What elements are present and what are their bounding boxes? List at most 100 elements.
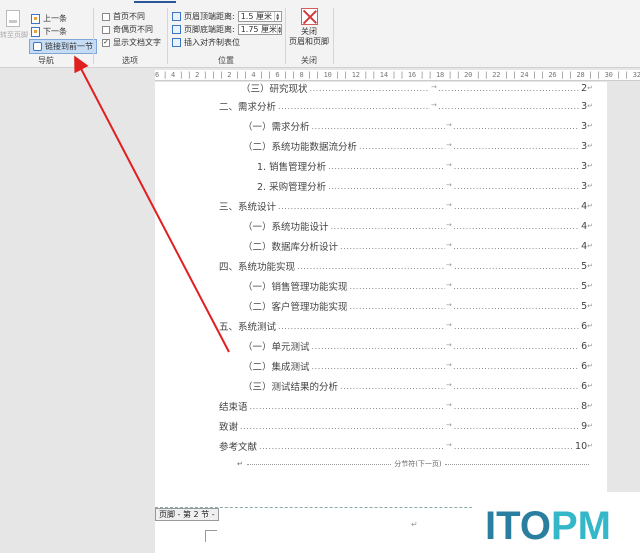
header-distance-row: 页眉顶端距离: 1.5 厘米 ▲ ▼ — [172, 11, 282, 22]
paragraph-mark: ↵ — [587, 102, 593, 110]
toc-page-number: 5 — [581, 280, 588, 292]
toc-entry[interactable]: （三）测试结果的分析..............................… — [243, 380, 593, 394]
toc-page-number: 3 — [581, 140, 588, 152]
toc-entry[interactable]: （一）销售管理功能实现.............................… — [243, 280, 593, 294]
header-distance-spinner[interactable]: 1.5 厘米 ▲ ▼ — [237, 11, 282, 22]
toc-entry[interactable]: （一）系统功能设计...............................… — [243, 220, 593, 234]
toc-entry[interactable]: 2. 采购管理分析...............................… — [257, 180, 593, 194]
toc-entry[interactable]: （二）客户管理功能实现.............................… — [243, 300, 593, 314]
toc-page-number: 4 — [581, 220, 588, 232]
tab-arrow-mark: → — [445, 141, 453, 149]
horizontal-ruler[interactable]: 6 | 4 | | 2 | | | 2 | | 4 | | 6 | | 8 | … — [155, 70, 640, 81]
toc-entry-text: 二、需求分析 — [219, 102, 277, 113]
toc-entry-text: （一）需求分析 — [243, 122, 310, 133]
spinner-arrows-icon[interactable]: ▲ ▼ — [273, 12, 281, 21]
toc-entry[interactable]: 二、需求分析..................................… — [219, 100, 593, 114]
different-first-page-label: 首页不同 — [113, 12, 145, 21]
footer-distance-label: 页脚底端距离: — [184, 25, 235, 34]
toc-entry[interactable]: 四、系统功能实现................................… — [219, 260, 593, 274]
toc-entry-text: 结束语 — [219, 402, 248, 413]
toc-entry-text: （三）研究现状 — [241, 84, 308, 95]
insert-alignment-tab-label: 插入对齐制表位 — [184, 38, 240, 47]
prev-section-button[interactable]: 上一条 — [31, 13, 67, 24]
alignment-tab-icon — [172, 38, 181, 47]
toc-entry-text: （二）客户管理功能实现 — [243, 302, 348, 313]
toc-entry[interactable]: 1. 销售管理分析...............................… — [257, 160, 593, 174]
toc-leader-dots: ........................................… — [278, 201, 579, 211]
paragraph-mark: ↵ — [587, 342, 593, 350]
tab-arrow-mark: → — [445, 321, 453, 329]
toc-entry-text: （二）集成测试 — [243, 362, 310, 373]
previous-icon — [31, 13, 40, 24]
next-section-label: 下一条 — [43, 27, 67, 36]
toc-entry[interactable]: 五、系统测试..................................… — [219, 320, 593, 334]
tab-arrow-mark: → — [445, 201, 453, 209]
prev-section-label: 上一条 — [43, 14, 67, 23]
footer-distance-row: 页脚底端距离: 1.75 厘米 ▲ ▼ — [172, 24, 282, 35]
toc-leader-dots: ........................................… — [349, 301, 580, 311]
show-document-text-checkbox[interactable]: ✓ — [102, 38, 110, 47]
section-break-label: 分节符(下一页) — [394, 460, 442, 468]
toc-leader-dots: ........................................… — [349, 281, 580, 291]
paragraph-mark: ↵ — [587, 282, 593, 290]
next-section-button[interactable]: 下一条 — [31, 26, 67, 37]
toc-leader-dots: ........................................… — [328, 161, 580, 171]
paragraph-mark: ↵ — [587, 402, 593, 410]
toc-leader-dots: ........................................… — [340, 381, 579, 391]
paragraph-mark: ↵ — [587, 362, 593, 370]
different-first-page-checkbox[interactable] — [102, 12, 110, 21]
toc-leader-dots: ........................................… — [278, 321, 579, 331]
footer-distance-value[interactable]: 1.75 厘米 — [241, 24, 277, 35]
section-break-pilcrow: ↵ — [237, 460, 243, 468]
paragraph-mark: ↵ — [587, 322, 593, 330]
link-to-previous-button[interactable]: 链接到前一节 — [29, 39, 97, 54]
toc-entry[interactable]: （三）研究现状.................................… — [241, 82, 593, 96]
toc-page-number: 4 — [581, 200, 588, 212]
different-odd-even-option[interactable]: 奇偶页不同 — [102, 24, 153, 35]
footer-paragraph-mark[interactable]: ↵ — [411, 520, 418, 529]
toc-entry[interactable]: （二）系统功能数据流分析............................… — [243, 140, 593, 154]
toc-leader-dots: ........................................… — [278, 101, 579, 111]
toc-entry[interactable]: 三、系统设计..................................… — [219, 200, 593, 214]
goto-footer-button[interactable]: 转至页脚 — [0, 10, 28, 44]
toc-page-number: 6 — [581, 320, 588, 332]
group-divider — [93, 8, 94, 64]
document-page[interactable]: （三）研究现状.................................… — [155, 82, 607, 553]
spinner-arrows-icon[interactable]: ▲ ▼ — [277, 25, 281, 34]
insert-alignment-tab-button[interactable]: 插入对齐制表位 — [172, 37, 240, 48]
tab-design-active[interactable] — [134, 0, 176, 3]
paragraph-mark: ↵ — [587, 162, 593, 170]
toc-entry[interactable]: （一）需求分析.................................… — [243, 120, 593, 134]
toc-entry[interactable]: 致谢......................................… — [219, 420, 593, 434]
group-label-close: 关闭 — [301, 56, 317, 65]
toc-leader-dots: ........................................… — [328, 181, 580, 191]
tab-arrow-mark: → — [430, 83, 438, 91]
toc-entry-text: 致谢 — [219, 422, 239, 433]
different-first-page-option[interactable]: 首页不同 — [102, 11, 145, 22]
footer-distance-spinner[interactable]: 1.75 厘米 ▲ ▼ — [237, 24, 282, 35]
different-odd-even-checkbox[interactable] — [102, 25, 110, 34]
toc-page-number: 3 — [581, 180, 588, 192]
paragraph-mark: ↵ — [587, 84, 593, 92]
paragraph-mark: ↵ — [587, 302, 593, 310]
show-document-text-option[interactable]: ✓ 显示文档文字 — [102, 37, 161, 48]
toc-entry[interactable]: 结束语.....................................… — [219, 400, 593, 414]
close-button-label-line2: 页眉和页脚 — [289, 37, 329, 46]
goto-footer-icon — [6, 10, 20, 27]
toc-entry[interactable]: （一）单元测试.................................… — [243, 340, 593, 354]
toc-entry[interactable]: 参考文献....................................… — [219, 440, 593, 454]
link-to-previous-label: 链接到前一节 — [45, 42, 93, 51]
toc-entry[interactable]: （二）集成测试.................................… — [243, 360, 593, 374]
header-distance-value[interactable]: 1.5 厘米 — [241, 11, 274, 22]
group-divider — [333, 8, 334, 64]
toc-entry[interactable]: （二）数据库分析设计..............................… — [243, 240, 593, 254]
group-close: 关闭 页眉和页脚 关闭 — [287, 6, 331, 66]
group-position: 页眉顶端距离: 1.5 厘米 ▲ ▼ 页脚底端距离: 1.75 厘米 ▲ ▼ 插入对… — [170, 6, 282, 66]
toc-leader-dots: ........................................… — [330, 221, 580, 231]
toc-leader-dots: ........................................… — [249, 401, 580, 411]
footer-position-icon — [172, 25, 181, 34]
close-header-footer-button[interactable]: 关闭 页眉和页脚 — [287, 8, 331, 47]
tab-arrow-mark: → — [445, 181, 453, 189]
link-icon — [33, 42, 42, 51]
toc-page-number: 5 — [581, 300, 588, 312]
